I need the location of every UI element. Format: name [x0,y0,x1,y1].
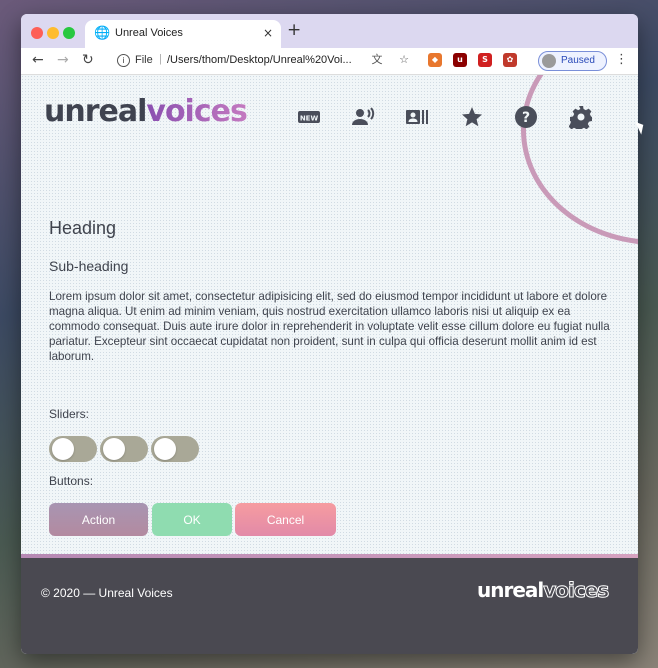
sliders-label: Sliders: [49,407,90,421]
url-separator: | [159,53,162,65]
reload-icon[interactable]: ↻ [82,53,94,67]
page-heading: Heading [49,218,117,238]
tab-unreal-voices[interactable]: 🌐 Unreal Voices × [85,20,281,48]
browser-toolbar: ← → ↻ i File | /Users/thom/Desktop/Unrea… [21,48,638,75]
action-button[interactable]: Action [49,503,148,536]
url-text[interactable]: /Users/thom/Desktop/Unreal%20Voi... [167,54,352,66]
ok-button[interactable]: OK [152,503,232,536]
voice-icon[interactable] [351,105,375,129]
tab-strip: 🌐 Unreal Voices × + [21,14,638,48]
copyright-text: © 2020 — Unreal Voices [41,586,173,600]
maximize-window-button[interactable] [63,27,75,39]
toggle-switch-1[interactable] [49,436,97,462]
extension-s-icon[interactable]: S [478,53,492,67]
info-icon[interactable]: i [117,54,130,67]
menu-kebab-icon[interactable]: ⋮ [615,52,628,67]
site-logo[interactable]: unrealvoices [44,94,248,129]
gear-icon[interactable] [569,105,593,129]
footer-logo[interactable]: unrealvoices [477,578,610,603]
extension-git-icon[interactable]: ◆ [428,53,442,67]
avatar [542,54,556,68]
footer-logo-part-unreal: unreal [477,578,544,602]
globe-icon: 🌐 [94,26,111,41]
new-tab-button[interactable]: + [287,22,301,39]
translate-icon[interactable]: 文 [370,53,384,67]
cancel-button[interactable]: Cancel [235,503,336,536]
star-icon[interactable] [460,105,484,129]
toggle-knob [52,438,74,460]
body-paragraph: Lorem ipsum dolor sit amet, consectetur … [49,290,610,363]
logo-part-voices: voices [146,94,247,129]
bookmark-star-icon[interactable]: ☆ [397,53,411,67]
svg-text:?: ? [522,110,530,126]
logo-part-unreal: unreal [44,94,147,129]
id-card-icon[interactable] [405,105,429,129]
tab-close-icon[interactable]: × [263,26,273,40]
toggle-switch-2[interactable] [100,436,148,462]
forward-arrow-icon[interactable]: → [57,53,69,67]
page-subheading: Sub-heading [49,258,129,274]
profile-status: Paused [561,55,595,66]
tab-title: Unreal Voices [115,27,183,39]
close-window-button[interactable] [31,27,43,39]
back-arrow-icon[interactable]: ← [32,53,44,67]
extension-shield-icon[interactable]: ✿ [503,53,517,67]
page-content: unrealvoices NEW ? Heading Sub-heading L… [21,75,638,654]
browser-window: 🌐 Unreal Voices × + ← → ↻ i File | /User… [21,14,638,654]
minimize-window-button[interactable] [47,27,59,39]
profile-button[interactable]: Paused [538,51,607,71]
new-icon[interactable]: NEW [297,105,321,129]
extension-ublock-icon[interactable]: u [453,53,467,67]
buttons-label: Buttons: [49,474,94,488]
address-bar[interactable]: i File | /Users/thom/Desktop/Unreal%20Vo… [113,50,373,72]
decorative-arc [521,75,638,245]
toggle-knob [103,438,125,460]
footer-logo-part-voices: voices [543,578,610,603]
footer: © 2020 — Unreal Voices unrealvoices [21,558,638,654]
help-icon[interactable]: ? [514,105,538,129]
toggle-knob [154,438,176,460]
svg-text:NEW: NEW [300,115,319,123]
url-scheme: File [135,54,153,66]
toggle-switch-3[interactable] [151,436,199,462]
